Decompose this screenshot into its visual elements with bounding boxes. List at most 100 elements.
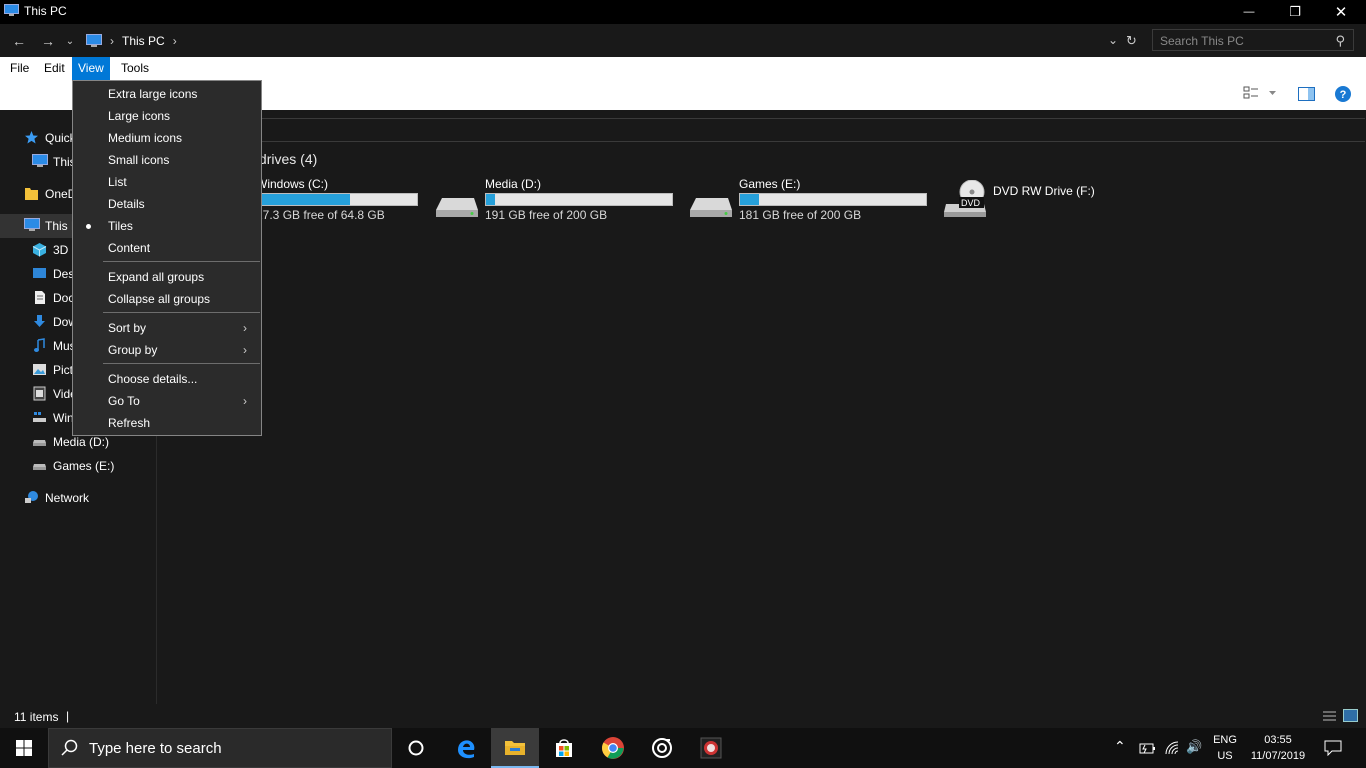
taskbar-groove[interactable] [638,728,686,768]
taskbar-file-explorer[interactable] [491,728,539,768]
view-menu-item-large-icons[interactable]: Large icons [75,105,259,127]
battery-icon[interactable] [1139,741,1156,755]
view-menu-item-details[interactable]: Details [75,193,259,215]
view-menu-item-tiles[interactable]: Tiles [75,215,259,237]
desktop-icon [32,266,47,281]
chevron-down-icon: ⌄ [65,35,75,47]
sidebar-item-label: Games (E:) [53,459,115,473]
wifi-icon[interactable] [1164,740,1181,756]
clock[interactable]: 03:55 11/07/2019 [1246,732,1310,764]
view-menu-item-expand-all-groups[interactable]: Expand all groups [75,266,259,288]
volume-icon[interactable]: 🔊 [1186,739,1202,755]
address-box[interactable]: › This PC › ⌄ ↻ [80,29,1143,53]
view-menu-item-extra-large-icons[interactable]: Extra large icons [75,83,259,105]
drive-tile-2[interactable]: Games (E:) 181 GB free of 200 GB [688,177,938,230]
windows-start-icon[interactable] [16,740,32,756]
tray-expand-icon[interactable]: ⌃ [1114,738,1126,755]
view-menu-item-go-to[interactable]: Go To › [75,390,259,412]
minimize-button[interactable]: — [1226,0,1272,24]
file-explorer-icon [505,741,525,755]
drive-free-space: 181 GB free of 200 GB [739,208,862,222]
address-dropdown-icon[interactable]: ⌄ [1108,33,1118,47]
submenu-chevron-icon: › [243,394,247,408]
change-view-icon[interactable] [1243,86,1259,102]
menu-item-label: Choose details... [108,372,198,386]
maximize-button[interactable]: ❐ [1272,0,1318,24]
menu-item-label: Refresh [108,416,151,430]
view-menu-dropdown: Extra large icons Large icons Medium icons… [72,80,262,436]
menu-file[interactable]: File [4,57,35,80]
details-view-icon[interactable] [1322,710,1337,722]
breadcrumb-chevron-icon: › [110,34,114,48]
back-button[interactable]: ← [9,32,29,50]
hard-drive-icon [688,180,734,223]
back-arrow-icon: ← [12,33,26,49]
clock-date: 11/07/2019 [1250,750,1306,762]
star-icon [24,130,39,145]
taskbar-search-box[interactable]: Type here to search [48,728,392,768]
menu-separator [103,363,260,364]
game-app-icon [700,737,722,759]
menu-tools[interactable]: Tools [115,57,155,80]
close-button[interactable]: ✕ [1318,0,1364,24]
drive-free-space: 191 GB free of 200 GB [485,208,608,222]
view-menu-item-refresh[interactable]: Refresh [75,412,259,434]
region-code: US [1217,750,1233,762]
breadcrumb-this-pc[interactable]: This PC [122,34,165,48]
drive-name: Media (D:) [485,177,542,191]
refresh-icon[interactable]: ↻ [1126,33,1137,49]
taskbar-store[interactable] [540,728,588,768]
drive-name: Games (E:) [739,177,801,191]
menu-item-label: Extra large icons [108,87,198,101]
preview-pane-icon[interactable] [1298,87,1315,101]
video-icon [32,386,47,401]
help-icon[interactable]: ? [1335,86,1351,102]
chevron-down-icon[interactable] [1268,90,1277,96]
computer-icon [24,218,40,233]
taskbar-app[interactable] [687,728,735,768]
view-menu-item-small-icons[interactable]: Small icons [75,149,259,171]
chrome-icon [602,737,624,759]
view-menu-item-collapse-all-groups[interactable]: Collapse all groups [75,288,259,310]
forward-button[interactable]: → [38,32,58,50]
view-menu-item-group-by[interactable]: Group by › [75,339,259,361]
status-bar: 11 items | [0,704,1366,728]
menu-view[interactable]: View [72,57,110,80]
menu-edit[interactable]: Edit [38,57,71,80]
taskbar-edge[interactable] [442,728,490,768]
search-input[interactable]: Search This PC ⚲ [1152,29,1354,51]
language-indicator[interactable]: ENG US [1206,732,1244,764]
drive-usage-bar [485,193,673,206]
menu-item-label: Tiles [108,219,133,233]
view-menu-item-sort-by[interactable]: Sort by › [75,317,259,339]
recent-locations-button[interactable]: ⌄ [63,32,77,50]
taskbar-chrome[interactable] [589,728,637,768]
drive-icon [32,458,47,473]
sidebar-item-network[interactable]: Network [0,486,157,510]
cortana-button[interactable] [392,728,440,768]
download-icon [32,314,47,329]
dvd-label: DVD [961,198,981,208]
sidebar-item-games-e[interactable]: Games (E:) [0,454,157,478]
view-menu-item-choose-details[interactable]: Choose details... [75,368,259,390]
menu-item-label: Details [108,197,145,211]
menu-item-label: Expand all groups [108,270,205,284]
dvd-drive-icon: DVD [942,179,988,223]
view-menu-item-medium-icons[interactable]: Medium icons [75,127,259,149]
menu-item-label: Collapse all groups [108,292,211,306]
menu-separator [103,312,260,313]
windows-drive-icon [32,410,47,425]
menu-item-label: Small icons [108,153,170,167]
search-icon: ⚲ [1335,33,1345,48]
svg-text:?: ? [1340,89,1347,101]
hard-drive-icon [434,180,480,223]
view-menu-item-list[interactable]: List [75,171,259,193]
document-icon [32,290,47,305]
drive-tile-1[interactable]: Media (D:) 191 GB free of 200 GB [434,177,684,230]
large-icons-view-icon[interactable] [1343,709,1358,722]
notification-icon[interactable] [1324,740,1342,756]
submenu-chevron-icon: › [243,321,247,335]
drive-tile-3[interactable]: DVD DVD RW Drive (F:) [942,179,1192,230]
view-menu-item-content[interactable]: Content [75,237,259,259]
sidebar-item-label: Media (D:) [53,435,110,449]
